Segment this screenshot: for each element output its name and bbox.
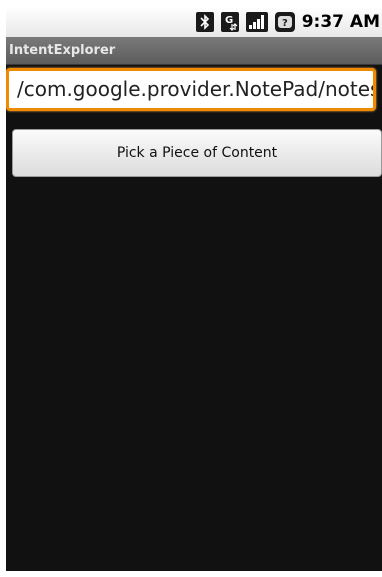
main-content: /com.google.provider.NotePad/notes Pick …: [6, 65, 382, 571]
sim-unknown-icon: ?: [274, 11, 295, 32]
device-screen: G ? 9:37 AM IntentExplorer /com.google.p…: [6, 6, 382, 571]
pick-content-button[interactable]: Pick a Piece of Content: [12, 129, 382, 177]
title-bar: IntentExplorer: [6, 37, 382, 65]
device-frame: G ? 9:37 AM IntentExplorer /com.google.p…: [0, 0, 382, 577]
signal-icon: [245, 11, 268, 32]
app-title: IntentExplorer: [9, 43, 116, 58]
bluetooth-icon: [195, 11, 214, 32]
data-sync-icon: G: [220, 11, 239, 32]
svg-text:?: ?: [282, 18, 288, 29]
content-uri-input[interactable]: /com.google.provider.NotePad/notes: [6, 68, 376, 111]
status-time: 9:37 AM: [301, 11, 380, 32]
content-uri-text: /com.google.provider.NotePad/notes: [17, 76, 376, 101]
content-uri-value: /com.google.provider.NotePad/notes: [9, 76, 376, 103]
status-bar: G ? 9:37 AM: [6, 6, 382, 37]
